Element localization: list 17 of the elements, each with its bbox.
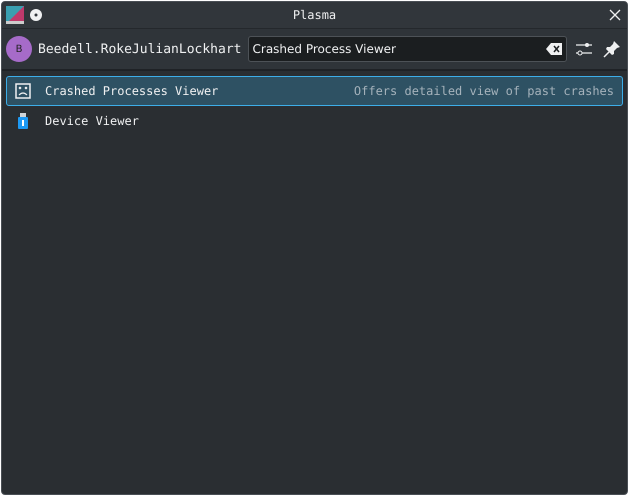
pin-dot-icon[interactable]: [30, 9, 42, 21]
result-item[interactable]: Crashed Processes Viewer Offers detailed view of past crashes: [6, 76, 623, 106]
sad-window-icon: [15, 83, 31, 99]
search-field[interactable]: Crashed Process Viewer: [252, 42, 546, 56]
result-title: Device Viewer: [45, 114, 139, 128]
user-name: Beedell.RokeJulianLockhart: [38, 42, 242, 56]
result-description: Offers detailed view of past crashes: [354, 84, 614, 98]
window-title: Plasma: [292, 8, 336, 22]
app-logo-icon: [6, 6, 24, 24]
pin-button[interactable]: [601, 38, 623, 60]
result-title: Crashed Processes Viewer: [45, 84, 218, 98]
user-avatar[interactable]: B: [6, 36, 32, 62]
result-item[interactable]: Device Viewer: [6, 106, 623, 136]
search-box[interactable]: Crashed Process Viewer: [248, 36, 567, 62]
usb-drive-icon: [15, 113, 31, 129]
close-button[interactable]: [607, 7, 623, 23]
clear-icon[interactable]: [546, 43, 562, 55]
